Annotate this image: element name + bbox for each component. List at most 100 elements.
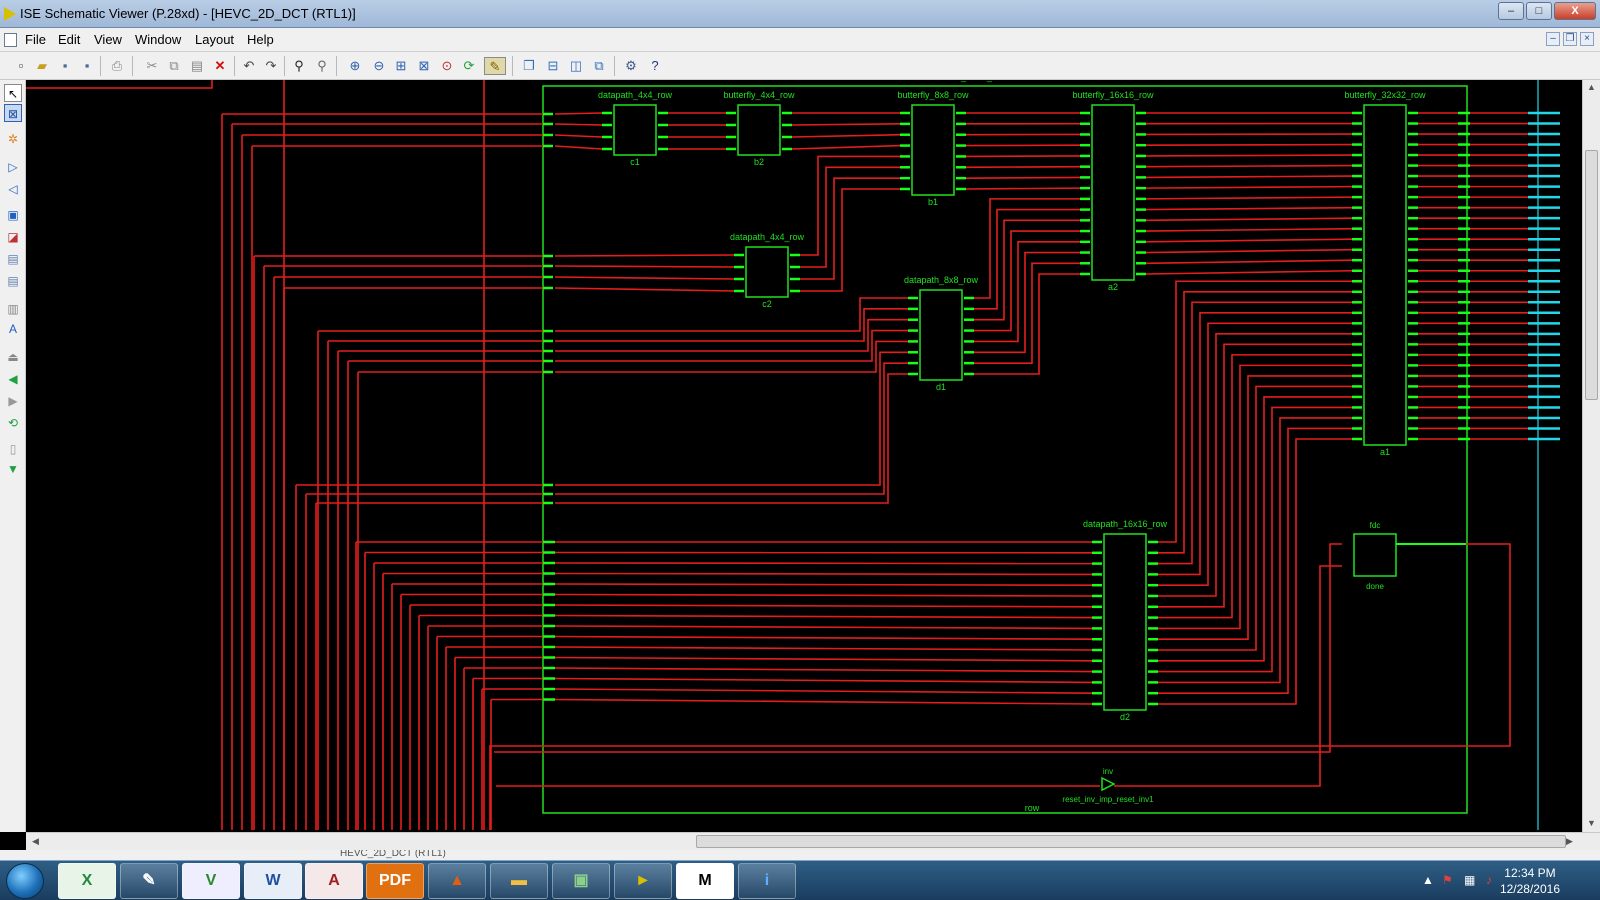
zoom-out-icon[interactable]: ⊖: [370, 57, 388, 75]
vertical-scrollbar[interactable]: ▲ ▼: [1582, 80, 1600, 832]
tile-icon[interactable]: ❐: [520, 57, 538, 75]
block-type-label: datapath_4x4_row: [598, 90, 673, 100]
save-icon[interactable]: ▪: [56, 57, 74, 75]
remove-icon[interactable]: ◪: [4, 228, 22, 246]
schematic-canvas[interactable]: row_block_instance row datapath_4x4_rowc…: [26, 80, 1582, 832]
split-horizontal-icon[interactable]: ⊟: [544, 57, 562, 75]
scroll-right-icon[interactable]: ▶: [1566, 836, 1573, 847]
find-icon[interactable]: ⚲: [290, 57, 308, 75]
block-instance-label: done: [1366, 582, 1384, 591]
zoom-area-icon[interactable]: ⊠: [415, 57, 433, 75]
system-clock[interactable]: 12:34 PM 12/28/2016: [1500, 865, 1560, 897]
block-type-label: butterfly_8x8_row: [897, 90, 969, 100]
horizontal-scrollbar[interactable]: ◀ ▶: [26, 832, 1600, 850]
access-icon[interactable]: A: [305, 863, 363, 899]
menu-help[interactable]: Help: [247, 32, 274, 47]
start-button[interactable]: [6, 863, 44, 899]
open-icon[interactable]: ▰: [33, 57, 51, 75]
net: [800, 177, 900, 280]
minimize-button[interactable]: –: [1498, 2, 1524, 20]
net: [965, 165, 1081, 169]
vim-icon[interactable]: V: [182, 863, 240, 899]
zoom-in-icon[interactable]: ⊕: [346, 57, 364, 75]
cut-icon[interactable]: ✂: [143, 57, 161, 75]
tray-arrow-icon[interactable]: ▲: [1422, 873, 1434, 887]
find-clear-icon[interactable]: ⚲: [313, 57, 331, 75]
ise-icon[interactable]: ►: [614, 863, 672, 899]
volume-icon[interactable]: ♪: [1486, 873, 1492, 887]
pop-out-icon[interactable]: ◁: [4, 180, 22, 198]
redo-icon[interactable]: ↷: [262, 57, 280, 75]
zoom-selected-icon[interactable]: ⊙: [438, 57, 456, 75]
net: [554, 123, 603, 126]
new-icon[interactable]: ▫: [12, 57, 30, 75]
net: [1145, 259, 1353, 265]
word-icon[interactable]: W: [244, 863, 302, 899]
document-tab[interactable]: HEVC_2D_DCT (RTL1): [340, 850, 446, 859]
horizontal-scroll-thumb[interactable]: [696, 835, 1566, 848]
paste-sheet-icon[interactable]: ▤: [4, 272, 22, 290]
forward-icon[interactable]: ▶: [4, 392, 22, 410]
pdf-icon[interactable]: PDF: [366, 863, 424, 899]
push-into-icon[interactable]: ▷: [4, 158, 22, 176]
run-icon[interactable]: ▼: [4, 460, 22, 478]
delete-icon[interactable]: ✕: [211, 57, 229, 75]
close-button[interactable]: X: [1554, 2, 1596, 20]
copy-icon[interactable]: ⧉: [165, 57, 183, 75]
net: [554, 562, 1093, 565]
net: [555, 318, 908, 352]
network-tray-icon[interactable]: ▦: [1464, 873, 1475, 887]
text-tool-icon[interactable]: A: [4, 320, 22, 338]
menu-view[interactable]: View: [94, 32, 122, 47]
menu-window[interactable]: Window: [135, 32, 181, 47]
net: [554, 646, 1093, 651]
net: [1158, 406, 1352, 673]
maximize-button[interactable]: □: [1526, 2, 1552, 20]
menu-file[interactable]: File: [25, 32, 46, 47]
modelsim-icon[interactable]: M: [676, 863, 734, 899]
paint-icon[interactable]: ✎: [120, 863, 178, 899]
matlab-icon[interactable]: ▲: [428, 863, 486, 899]
help-icon[interactable]: ?: [646, 57, 664, 75]
undo-icon[interactable]: ↶: [240, 57, 258, 75]
menu-edit[interactable]: Edit: [58, 32, 80, 47]
scroll-left-icon[interactable]: ◀: [32, 836, 39, 847]
mdi-restore-button[interactable]: ❐: [1563, 32, 1577, 46]
select-tool-icon[interactable]: ↖: [4, 84, 22, 102]
cascade-icon[interactable]: ⧉: [590, 57, 608, 75]
net: [1158, 312, 1352, 576]
excel-icon[interactable]: X: [58, 863, 116, 899]
highlight-icon[interactable]: ✎: [484, 57, 506, 75]
net: [1145, 269, 1353, 275]
copy-sheet-icon[interactable]: ▤: [4, 250, 22, 268]
up-icon[interactable]: ⏏: [4, 348, 22, 366]
mdi-close-button[interactable]: ×: [1580, 32, 1594, 46]
refresh-view-icon[interactable]: ⟲: [4, 414, 22, 432]
vertical-scroll-thumb[interactable]: [1585, 150, 1598, 400]
action-center-icon[interactable]: ⚑: [1442, 873, 1453, 887]
page-icon[interactable]: ▯: [4, 440, 22, 458]
network-icon[interactable]: i: [738, 863, 796, 899]
report-icon[interactable]: ▥: [4, 300, 22, 318]
tool-sidebar: ↖ ⊠ ✲ ▷ ◁ ▣ ◪ ▤ ▤ ▥ A ⏏ ◀ ▶ ⟲ ▯ ▼: [0, 80, 26, 832]
scroll-up-icon[interactable]: ▲: [1587, 82, 1596, 92]
paste-icon[interactable]: ▤: [188, 57, 206, 75]
mdi-minimize-button[interactable]: –: [1546, 32, 1560, 46]
refresh-icon[interactable]: ⟳: [460, 57, 478, 75]
net: [554, 688, 1093, 694]
hierarchy-icon[interactable]: ▣: [4, 206, 22, 224]
toolbar-separator: [284, 56, 285, 76]
menu-layout[interactable]: Layout: [195, 32, 234, 47]
scroll-down-icon[interactable]: ▼: [1587, 818, 1596, 828]
monitor-icon[interactable]: ▣: [552, 863, 610, 899]
save-all-icon[interactable]: ▪: [78, 57, 96, 75]
expand-tool-icon[interactable]: ✲: [4, 130, 22, 148]
route-tool-icon[interactable]: ⊠: [4, 104, 22, 122]
net: [1158, 333, 1352, 597]
back-icon[interactable]: ◀: [4, 370, 22, 388]
zoom-full-icon[interactable]: ⊞: [392, 57, 410, 75]
explorer-icon[interactable]: ▬: [490, 863, 548, 899]
properties-icon[interactable]: ⚙: [622, 57, 640, 75]
print-icon[interactable]: ⎙: [108, 57, 126, 75]
split-vertical-icon[interactable]: ◫: [567, 57, 585, 75]
